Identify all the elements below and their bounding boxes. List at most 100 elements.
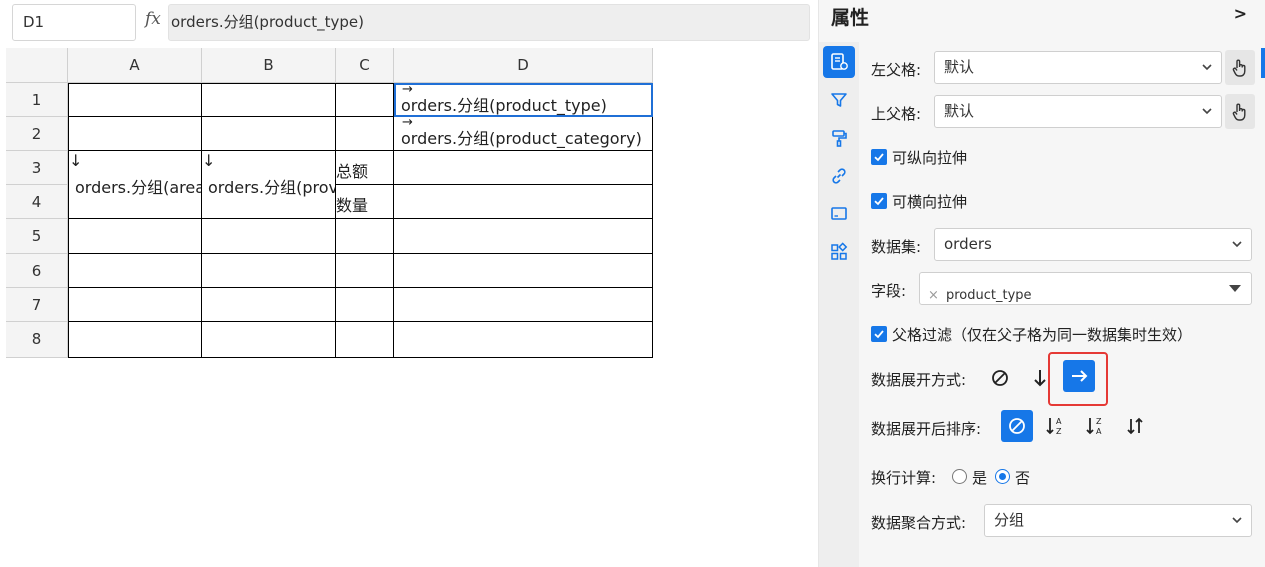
collapse-panel-button[interactable]: > <box>1234 4 1247 23</box>
cell-a6[interactable] <box>68 254 202 288</box>
aggregate-value: 分组 <box>994 511 1025 529</box>
sort-custom-button[interactable] <box>1119 410 1151 442</box>
expand-none-button[interactable] <box>984 362 1016 394</box>
left-parent-pick-button[interactable] <box>1225 50 1255 85</box>
no-sort-icon <box>1009 418 1025 434</box>
cell-c8[interactable] <box>336 322 394 358</box>
cell-c4-text: 数量 <box>336 196 369 215</box>
field-label: 字段: <box>871 282 907 300</box>
filter-icon <box>831 93 847 107</box>
cell-b8[interactable] <box>202 322 336 358</box>
checkmark-icon <box>874 330 884 339</box>
cell-a1[interactable] <box>68 83 202 117</box>
cell-d1-text: orders.分组(product_type) <box>401 96 607 115</box>
cell-d6[interactable] <box>394 254 653 288</box>
parent-filter-checkbox[interactable] <box>871 326 887 342</box>
checkmark-icon <box>874 153 884 162</box>
cell-a8[interactable] <box>68 322 202 358</box>
cell-b3-merged[interactable]: ↓ orders.分组(prov <box>202 151 336 219</box>
vertical-stretch-checkbox[interactable] <box>871 149 887 165</box>
row-header-3[interactable]: 3 <box>6 151 68 185</box>
properties-panel: 属性 > 左父格: 默认 上父格: 默认 可纵向拉伸 可横向拉伸 数据集: or… <box>818 0 1265 567</box>
cell-b2[interactable] <box>202 117 336 151</box>
cell-d2[interactable]: → orders.分组(product_category) <box>394 117 653 151</box>
row-header-6[interactable]: 6 <box>6 254 68 288</box>
cell-c3-text: 总额 <box>336 162 369 181</box>
row-calc-yes-label: 是 <box>972 469 988 487</box>
row-header-8[interactable]: 8 <box>6 322 68 358</box>
sort-descending-button[interactable]: ZA <box>1080 410 1112 442</box>
cell-b1[interactable] <box>202 83 336 117</box>
panel-scrollbar[interactable] <box>1261 48 1265 78</box>
cell-a3-merged[interactable]: ↓ orders.分组(area <box>68 151 202 219</box>
column-header-b[interactable]: B <box>202 48 336 83</box>
svg-text:A: A <box>1056 417 1062 426</box>
filter-tab[interactable] <box>823 84 855 116</box>
row-calc-yes-radio[interactable] <box>952 469 967 484</box>
column-header-a[interactable]: A <box>68 48 202 83</box>
cell-c6[interactable] <box>336 254 394 288</box>
svg-text:A: A <box>1096 427 1102 436</box>
grid-corner[interactable] <box>6 48 68 83</box>
cell-d5[interactable] <box>394 219 653 254</box>
expand-mode-label: 数据展开方式: <box>871 371 967 389</box>
row-header-5[interactable]: 5 <box>6 219 68 254</box>
function-icon[interactable]: fx <box>145 9 165 35</box>
cell-b7[interactable] <box>202 288 336 322</box>
cell-b5[interactable] <box>202 219 336 254</box>
top-parent-pick-button[interactable] <box>1225 94 1255 129</box>
row-header-7[interactable]: 7 <box>6 288 68 322</box>
checkmark-icon <box>874 197 884 206</box>
field-select[interactable]: × product_type <box>919 272 1252 305</box>
row-header-4[interactable]: 4 <box>6 185 68 219</box>
properties-content: 左父格: 默认 上父格: 默认 可纵向拉伸 可横向拉伸 数据集: orders … <box>859 42 1265 567</box>
cell-d4[interactable] <box>394 185 653 219</box>
cell-c7[interactable] <box>336 288 394 322</box>
cell-d1[interactable]: → orders.分组(product_type) <box>394 83 653 117</box>
cell-a2[interactable] <box>68 117 202 151</box>
cell-properties-tab[interactable] <box>823 46 855 78</box>
display-tab[interactable] <box>823 198 855 230</box>
display-icon <box>831 207 847 220</box>
pointer-hand-icon <box>1232 103 1246 121</box>
cell-c1[interactable] <box>336 83 394 117</box>
horizontal-stretch-checkbox[interactable] <box>871 193 887 209</box>
sort-ascending-icon: AZ <box>1046 417 1062 436</box>
aggregate-select[interactable]: 分组 <box>984 504 1252 537</box>
dataset-select[interactable]: orders <box>934 228 1252 261</box>
paint-roller-icon <box>832 130 847 147</box>
cell-b3-text: orders.分组(prov <box>208 178 336 197</box>
cell-c2[interactable] <box>336 117 394 151</box>
widgets-icon <box>831 242 848 260</box>
row-calc-no-radio[interactable] <box>995 469 1010 484</box>
cell-a5[interactable] <box>68 219 202 254</box>
column-header-d[interactable]: D <box>394 48 653 83</box>
remove-tag-icon[interactable]: × <box>928 280 939 311</box>
style-tab[interactable] <box>823 122 855 154</box>
sort-ascending-button[interactable]: AZ <box>1040 410 1072 442</box>
top-parent-select[interactable]: 默认 <box>934 95 1222 128</box>
cell-d3[interactable] <box>394 151 653 185</box>
column-header-c[interactable]: C <box>336 48 394 83</box>
cell-a7[interactable] <box>68 288 202 322</box>
cell-d8[interactable] <box>394 322 653 358</box>
formula-input[interactable]: orders.分组(product_type) <box>168 4 810 41</box>
cell-c3[interactable]: 总额 <box>336 151 394 185</box>
vertical-stretch-label: 可纵向拉伸 <box>892 149 968 167</box>
row-header-2[interactable]: 2 <box>6 117 68 151</box>
dataset-value: orders <box>944 235 992 253</box>
cell-c4[interactable]: 数量 <box>336 185 394 219</box>
row-header-1[interactable]: 1 <box>6 83 68 117</box>
chevron-down-icon <box>1232 241 1242 248</box>
cell-d7[interactable] <box>394 288 653 322</box>
components-tab[interactable] <box>823 236 855 268</box>
cell-b6[interactable] <box>202 254 336 288</box>
cell-c5[interactable] <box>336 219 394 254</box>
expand-down-arrow-icon: ↓ <box>69 151 83 170</box>
cell-reference-box[interactable]: D1 <box>12 4 136 41</box>
horizontal-stretch-label: 可横向拉伸 <box>892 193 968 211</box>
sort-none-button[interactable] <box>1001 410 1033 442</box>
left-parent-select[interactable]: 默认 <box>934 51 1222 84</box>
hyperlink-tab[interactable] <box>823 160 855 192</box>
property-category-bar <box>819 42 859 567</box>
